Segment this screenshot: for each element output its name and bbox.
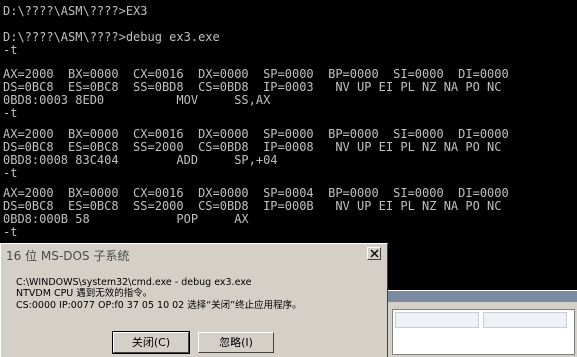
background-window-titlebar — [388, 291, 577, 302]
console-line: -t — [3, 225, 18, 239]
background-window-cell — [483, 312, 567, 328]
dialog-message-line: CS:0000 IP:0077 OP:f0 37 05 10 02 选择“关闭”… — [16, 300, 302, 311]
dialog-title: 16 位 MS-DOS 子系统 — [6, 249, 130, 263]
console-line: 0BD8:0008 83C404 ADD SP,+04 — [3, 153, 278, 167]
console-line: -t — [3, 166, 18, 180]
error-dialog: 16 位 MS-DOS 子系统 C:\WINDOWS\system32\cmd.… — [0, 243, 388, 357]
close-app-button[interactable]: 关闭(C) — [112, 331, 190, 354]
console-line: D:\????\ASM\????>EX3 — [3, 4, 148, 18]
background-window-cell — [395, 312, 479, 328]
dialog-message-line: NTVDM CPU 遇到无效的指令。 — [16, 288, 153, 299]
dialog-close-button[interactable] — [367, 247, 381, 260]
close-icon — [370, 249, 379, 258]
background-window-panel — [392, 309, 575, 355]
dialog-titlebar[interactable]: 16 位 MS-DOS 子系统 — [2, 245, 385, 263]
dialog-message-line: C:\WINDOWS\system32\cmd.exe - debug ex3.… — [16, 277, 252, 288]
console-line: -t — [3, 106, 18, 120]
console-line: 0BD8:0003 8ED0 MOV SS,AX — [3, 93, 271, 107]
background-window — [388, 290, 577, 357]
ignore-button[interactable]: 忽略(I) — [198, 332, 274, 353]
console-line: 0BD8:000B 58 POP AX — [3, 212, 249, 226]
console-line: D:\????\ASM\????>debug ex3.exe — [3, 30, 220, 44]
console-line: -t — [3, 43, 18, 57]
